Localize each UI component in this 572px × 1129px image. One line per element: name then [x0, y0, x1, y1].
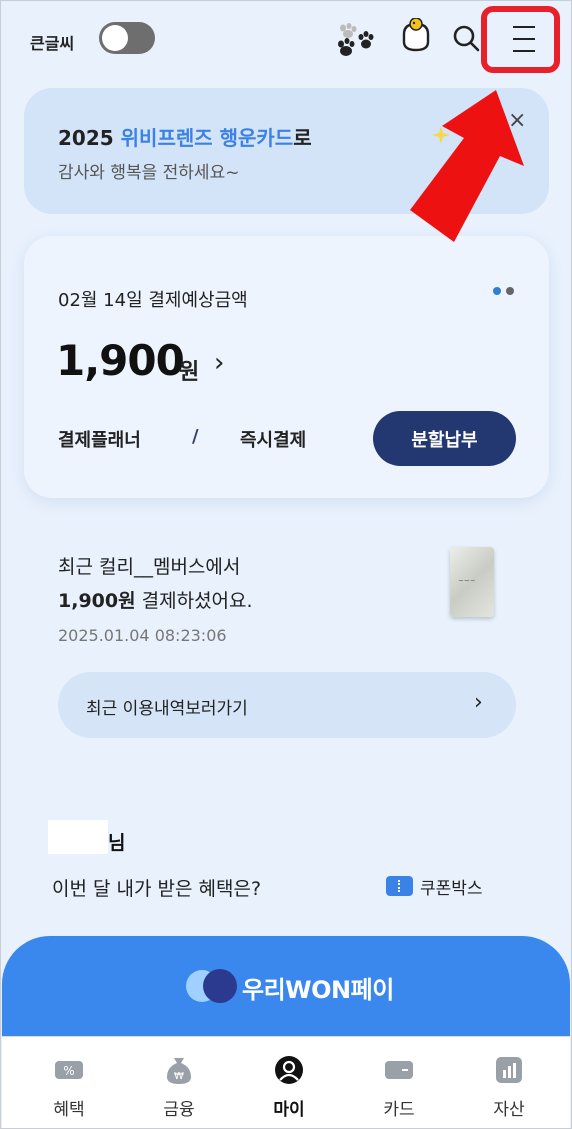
search-icon[interactable]: [452, 24, 480, 52]
payment-amount[interactable]: 1,900: [56, 336, 185, 385]
money-bag-icon: ₩: [167, 1058, 191, 1084]
wonpay-logo-icon: [186, 969, 237, 1003]
page-indicator: [493, 280, 519, 299]
installment-button[interactable]: 분할납부: [373, 411, 516, 466]
toggle-knob: [102, 25, 128, 51]
character-icon[interactable]: [398, 18, 434, 54]
nav-finance[interactable]: ₩ 금융: [124, 1037, 234, 1129]
coupon-icon[interactable]: [386, 876, 413, 896]
banner-title: 2025 위비프렌즈 행운카드로: [58, 126, 312, 150]
payment-unit: 원: [179, 360, 200, 385]
nav-asset[interactable]: 자산: [454, 1037, 564, 1129]
benefit-icon: %: [55, 1061, 83, 1079]
nav-benefit[interactable]: % 혜택: [14, 1037, 124, 1129]
red-arrow-annotation: [410, 90, 524, 242]
page-dot: [506, 287, 514, 295]
user-icon: [275, 1056, 303, 1084]
recent-history-label: 최근 이용내역보러가기: [86, 699, 248, 719]
card-icon: [385, 1061, 413, 1079]
recent-timestamp: 2025.01.04 08:23:06: [58, 626, 227, 645]
wonpay-title: 우리WON페이: [242, 976, 394, 1004]
coupon-box-link[interactable]: 쿠폰박스: [420, 874, 483, 899]
nav-my[interactable]: 마이: [234, 1037, 344, 1129]
link-separator: /: [192, 426, 199, 447]
benefit-question: 이번 달 내가 받은 혜택은?: [52, 878, 262, 900]
payment-card: 02월 14일 결제예상금액 1,900 원 › 결제플래너 / 즉시결제 분할…: [24, 236, 549, 498]
recent-amount-text: 1,900원 결제하셨어요.: [58, 590, 253, 612]
paw-icon[interactable]: [334, 20, 376, 62]
svg-text:%: %: [63, 1064, 74, 1078]
chevron-right-icon: ›: [474, 690, 483, 715]
recent-merchant-text: 최근 컬리__멤버스에서: [58, 556, 241, 578]
bottom-nav: % 혜택 ₩ 금융 마이 카드 자산: [2, 1036, 570, 1128]
nav-card[interactable]: 카드: [344, 1037, 454, 1129]
big-font-toggle[interactable]: [99, 22, 155, 54]
banner-subtitle: 감사와 행복을 전하세요~: [58, 163, 240, 183]
big-font-label: 큰글씨: [30, 34, 75, 53]
payment-planner-link[interactable]: 결제플래너: [58, 426, 141, 452]
svg-text:₩: ₩: [174, 1071, 184, 1082]
chevron-right-icon[interactable]: ›: [214, 348, 224, 378]
instant-payment-link[interactable]: 즉시결제: [240, 426, 306, 452]
user-name-redacted: [48, 820, 108, 854]
menu-button[interactable]: [481, 6, 560, 73]
recent-history-button[interactable]: 최근 이용내역보러가기 ›: [58, 672, 516, 738]
top-bar: 큰글씨: [0, 0, 572, 80]
page-dot-active: [493, 287, 501, 295]
user-name-suffix: 님: [108, 832, 126, 854]
payment-date-title: 02월 14일 결제예상금액: [58, 290, 248, 311]
card-image: ~~~: [450, 547, 494, 617]
chart-icon: [496, 1057, 522, 1083]
